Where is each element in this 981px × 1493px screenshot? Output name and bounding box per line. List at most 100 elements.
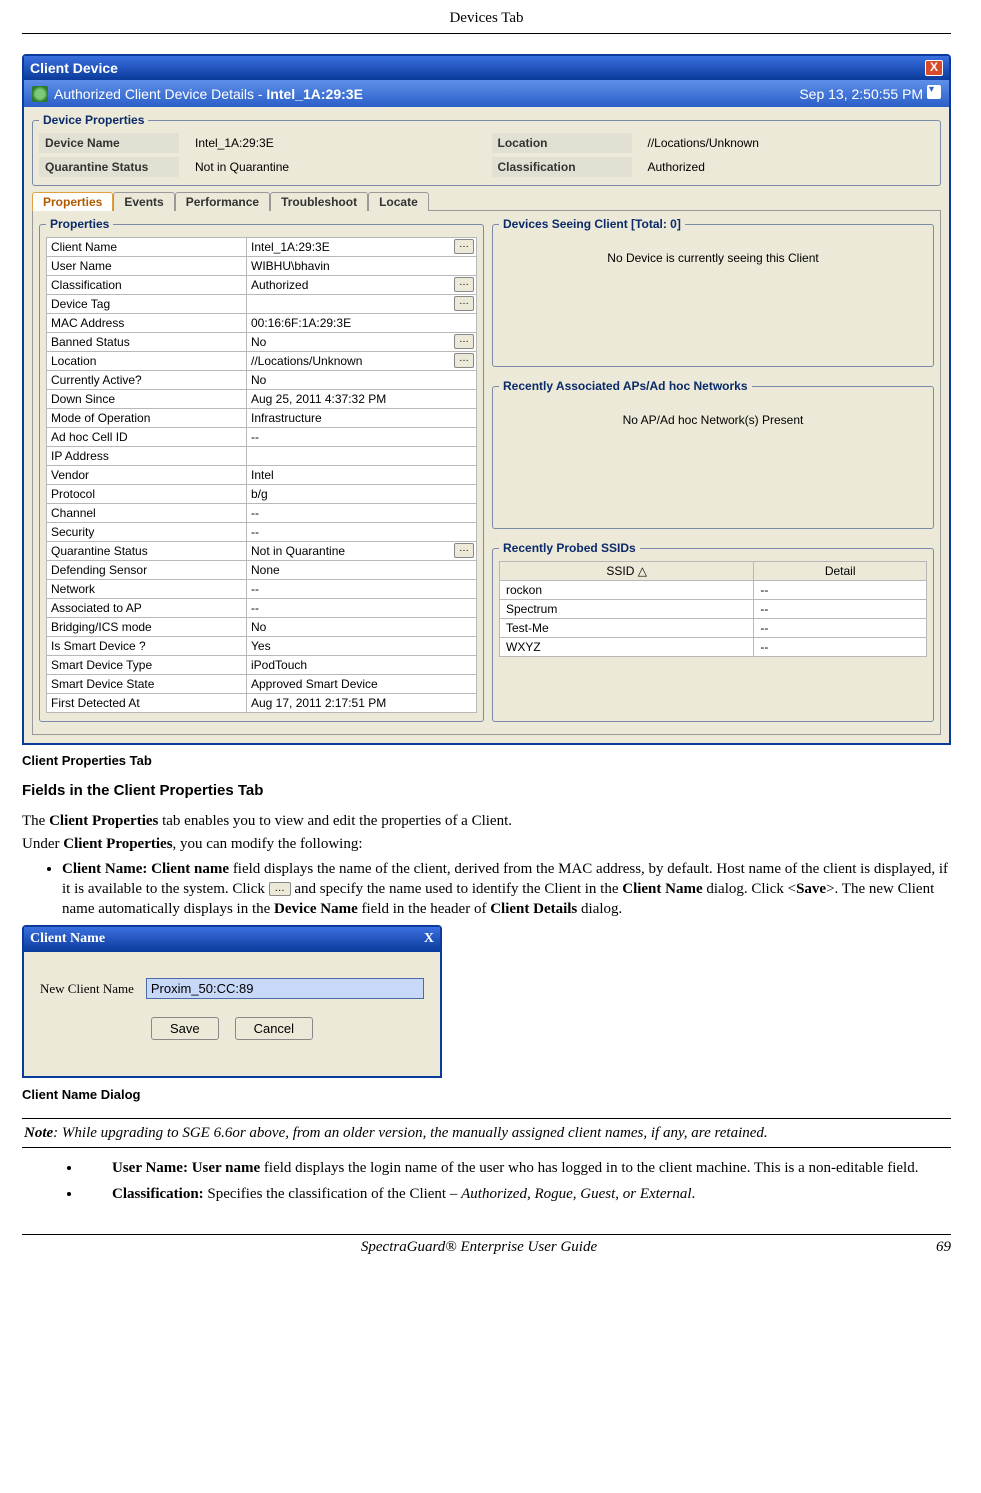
dialog-title: Client Name: [30, 930, 105, 949]
client-device-window: Client Device X Authorized Client Device…: [22, 54, 951, 745]
prop-key: Quarantine Status: [47, 542, 247, 561]
recent-aps-msg: No AP/Ad hoc Network(s) Present: [499, 399, 927, 441]
table-row: Smart Device StateApproved Smart Device: [47, 675, 477, 694]
table-row: WXYZ--: [500, 638, 927, 657]
client-name-dialog: Client Name X New Client Name Save Cance…: [22, 925, 442, 1078]
probed-table: SSID △ Detail rockon--Spectrum--Test-Me-…: [499, 561, 927, 657]
prop-value: --: [247, 428, 477, 447]
recent-aps-legend: Recently Associated APs/Ad hoc Networks: [499, 379, 752, 393]
prop-value: Intel_1A:29:3E…: [247, 238, 477, 257]
ellipsis-button[interactable]: …: [454, 239, 474, 254]
probed-col-ssid[interactable]: SSID △: [500, 562, 754, 581]
devices-seeing-fieldset: Devices Seeing Client [Total: 0] No Devi…: [492, 217, 934, 367]
table-row: ClassificationAuthorized…: [47, 276, 477, 295]
prop-value: 00:16:6F:1A:29:3E: [247, 314, 477, 333]
classification-label: Classification: [492, 157, 632, 177]
table-row: Device Tag …: [47, 295, 477, 314]
bullet-client-name: Client Name: Client name field displays …: [62, 859, 951, 920]
prop-value: Approved Smart Device: [247, 675, 477, 694]
ellipsis-button[interactable]: …: [454, 277, 474, 292]
probed-col-detail[interactable]: Detail: [754, 562, 927, 581]
new-client-name-input[interactable]: [146, 978, 424, 999]
bullet-classification: Classification: Specifies the classifica…: [82, 1184, 951, 1204]
location-value: //Locations/Unknown: [642, 133, 935, 153]
prop-value: WIBHU\bhavin: [247, 257, 477, 276]
prop-value: [247, 447, 477, 466]
table-row: Spectrum--: [500, 600, 927, 619]
subtitle-bar: Authorized Client Device Details - Intel…: [24, 80, 949, 107]
quarantine-label: Quarantine Status: [39, 157, 179, 177]
detail-cell: --: [754, 600, 927, 619]
tab-troubleshoot[interactable]: Troubleshoot: [270, 192, 368, 211]
caption-client-name-dialog: Client Name Dialog: [22, 1086, 951, 1104]
cancel-button[interactable]: Cancel: [235, 1017, 313, 1040]
ssid-cell: rockon: [500, 581, 754, 600]
properties-fieldset: Properties Client NameIntel_1A:29:3E…Use…: [39, 217, 484, 722]
close-icon[interactable]: X: [424, 930, 434, 949]
tab-performance[interactable]: Performance: [175, 192, 270, 211]
subtitle-prefix: Authorized Client Device Details -: [54, 86, 266, 102]
tab-events[interactable]: Events: [113, 192, 174, 211]
prop-key: Channel: [47, 504, 247, 523]
table-row: First Detected AtAug 17, 2011 2:17:51 PM: [47, 694, 477, 713]
prop-key: Smart Device Type: [47, 656, 247, 675]
prop-key: Device Tag: [47, 295, 247, 314]
prop-value: …: [247, 295, 477, 314]
device-name-label: Device Name: [39, 133, 179, 153]
prop-value: No…: [247, 333, 477, 352]
table-row: Location//Locations/Unknown…: [47, 352, 477, 371]
prop-value: Intel: [247, 466, 477, 485]
table-row: Network--: [47, 580, 477, 599]
ellipsis-button[interactable]: …: [454, 353, 474, 368]
devices-seeing-msg: No Device is currently seeing this Clien…: [499, 237, 927, 279]
quarantine-value: Not in Quarantine: [189, 157, 482, 177]
probed-fieldset: Recently Probed SSIDs SSID △ Detail rock…: [492, 541, 934, 722]
properties-legend: Properties: [46, 217, 113, 231]
prop-key: Defending Sensor: [47, 561, 247, 580]
prop-value: Not in Quarantine…: [247, 542, 477, 561]
table-row: Test-Me--: [500, 619, 927, 638]
table-row: rockon--: [500, 581, 927, 600]
tab-properties[interactable]: Properties: [32, 192, 113, 211]
prop-key: IP Address: [47, 447, 247, 466]
prop-key: Banned Status: [47, 333, 247, 352]
subtitle-name: Intel_1A:29:3E: [266, 86, 362, 102]
note-box: Note: While upgrading to SGE 6.6or above…: [22, 1118, 951, 1148]
ellipsis-button[interactable]: …: [454, 296, 474, 311]
window-title: Client Device: [30, 60, 118, 76]
tabs: Properties Events Performance Troublesho…: [32, 192, 941, 211]
caption-client-properties-tab: Client Properties Tab: [22, 753, 951, 768]
table-row: VendorIntel: [47, 466, 477, 485]
new-client-name-label: New Client Name: [40, 980, 134, 998]
prop-key: Ad hoc Cell ID: [47, 428, 247, 447]
tab-locate[interactable]: Locate: [368, 192, 429, 211]
prop-key: Associated to AP: [47, 599, 247, 618]
prop-value: //Locations/Unknown…: [247, 352, 477, 371]
properties-table: Client NameIntel_1A:29:3E…User NameWIBHU…: [46, 237, 477, 713]
detail-cell: --: [754, 638, 927, 657]
prop-key: First Detected At: [47, 694, 247, 713]
recent-aps-fieldset: Recently Associated APs/Ad hoc Networks …: [492, 379, 934, 529]
prop-key: Currently Active?: [47, 371, 247, 390]
ellipsis-button[interactable]: …: [454, 334, 474, 349]
footer-center: SpectraGuard® Enterprise User Guide: [361, 1239, 597, 1256]
prop-value: --: [247, 523, 477, 542]
prop-value: --: [247, 504, 477, 523]
table-row: Client NameIntel_1A:29:3E…: [47, 238, 477, 257]
prop-key: MAC Address: [47, 314, 247, 333]
dropdown-icon[interactable]: [927, 85, 941, 99]
table-row: Is Smart Device ?Yes: [47, 637, 477, 656]
detail-cell: --: [754, 581, 927, 600]
location-label: Location: [492, 133, 632, 153]
timestamp-text: Sep 13, 2:50:55 PM: [799, 86, 923, 102]
prop-value: --: [247, 599, 477, 618]
ellipsis-button[interactable]: …: [454, 543, 474, 558]
table-row: Currently Active?No: [47, 371, 477, 390]
save-button[interactable]: Save: [151, 1017, 219, 1040]
prop-key: Smart Device State: [47, 675, 247, 694]
close-icon[interactable]: X: [925, 60, 943, 76]
prop-value: Authorized…: [247, 276, 477, 295]
prop-value: b/g: [247, 485, 477, 504]
table-row: Banned StatusNo…: [47, 333, 477, 352]
tab-body: Properties Client NameIntel_1A:29:3E…Use…: [32, 210, 941, 735]
